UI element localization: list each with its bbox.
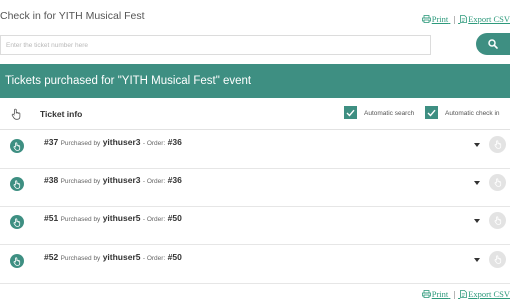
ticket-row: #37 Purchased by yithuser3 - Order: #36 bbox=[0, 130, 510, 169]
page-title: Check in for YITH Musical Fest bbox=[0, 10, 145, 22]
ticket-info: #51 Purchased by yithuser5 - Order: #50 bbox=[44, 213, 182, 223]
check-in-button[interactable] bbox=[489, 251, 506, 268]
banner-text: Tickets purchased for "YITH Musical Fest… bbox=[5, 75, 252, 87]
order-label: - Order: bbox=[142, 178, 166, 185]
check-in-button[interactable] bbox=[489, 212, 506, 229]
document-icon bbox=[460, 15, 468, 23]
ticket-status-icon bbox=[10, 139, 24, 153]
order-number: #50 bbox=[167, 252, 182, 262]
print-link-label: Print bbox=[431, 289, 449, 299]
ticket-number-input[interactable] bbox=[0, 35, 431, 55]
ticket-status-icon bbox=[10, 254, 24, 268]
order-label: - Order: bbox=[142, 216, 166, 223]
checkmark-icon bbox=[427, 109, 436, 117]
purchased-by-label: Purchased by bbox=[60, 178, 101, 185]
check-in-button[interactable] bbox=[489, 174, 506, 191]
ticket-info-header: Ticket info bbox=[40, 109, 83, 119]
order-label: - Order: bbox=[142, 255, 166, 262]
ticket-user: yithuser3 bbox=[102, 175, 141, 185]
order-label: - Order: bbox=[142, 140, 166, 147]
expand-caret-icon[interactable] bbox=[474, 143, 480, 147]
automatic-checkin-label: Automatic check in bbox=[445, 110, 500, 117]
ticket-info: #52 Purchased by yithuser5 - Order: #50 bbox=[44, 252, 182, 262]
check-in-hand-icon bbox=[494, 140, 501, 149]
export-csv-label: Export CSV bbox=[468, 14, 510, 24]
ticket-status-icon bbox=[10, 177, 24, 191]
table-header: Ticket info Automatic search Automatic c… bbox=[0, 99, 510, 130]
hand-icon bbox=[13, 141, 21, 151]
ticket-number: #37 bbox=[44, 137, 59, 147]
automatic-checkin-checkbox[interactable] bbox=[425, 106, 438, 119]
check-in-button[interactable] bbox=[489, 136, 506, 153]
ticket-status-icon bbox=[10, 215, 24, 229]
ticket-user: yithuser5 bbox=[102, 252, 141, 262]
search-button[interactable] bbox=[476, 33, 510, 55]
bottom-actions: Print | Export CSV bbox=[421, 289, 510, 299]
hand-icon bbox=[13, 256, 21, 266]
link-separator: | bbox=[453, 289, 456, 299]
check-in-hand-icon bbox=[494, 178, 501, 187]
order-number: #36 bbox=[167, 137, 182, 147]
ticket-number: #51 bbox=[44, 213, 59, 223]
ticket-row: #38 Purchased by yithuser3 - Order: #36 bbox=[0, 168, 510, 207]
printer-icon bbox=[421, 15, 431, 23]
print-link[interactable]: Print bbox=[421, 14, 451, 24]
export-csv-link[interactable]: Export CSV bbox=[458, 14, 510, 24]
export-csv-label: Export CSV bbox=[468, 289, 510, 299]
purchased-by-label: Purchased by bbox=[60, 140, 101, 147]
hand-pointer-icon bbox=[11, 108, 21, 120]
search-icon bbox=[488, 39, 498, 49]
hand-icon bbox=[13, 217, 21, 227]
print-link[interactable]: Print bbox=[421, 289, 451, 299]
document-icon bbox=[460, 290, 468, 298]
print-link-label: Print bbox=[431, 14, 449, 24]
automatic-search-label: Automatic search bbox=[364, 110, 415, 117]
ticket-number: #52 bbox=[44, 252, 59, 262]
link-separator: | bbox=[453, 14, 456, 24]
ticket-row: #52 Purchased by yithuser5 - Order: #50 bbox=[0, 245, 510, 284]
purchased-by-label: Purchased by bbox=[60, 255, 101, 262]
ticket-info: #38 Purchased by yithuser3 - Order: #36 bbox=[44, 175, 182, 185]
expand-caret-icon[interactable] bbox=[474, 181, 480, 185]
ticket-number: #38 bbox=[44, 175, 59, 185]
ticket-info: #37 Purchased by yithuser3 - Order: #36 bbox=[44, 137, 182, 147]
check-in-hand-icon bbox=[494, 255, 501, 264]
expand-caret-icon[interactable] bbox=[474, 258, 480, 262]
ticket-user: yithuser3 bbox=[102, 137, 141, 147]
export-csv-link[interactable]: Export CSV bbox=[458, 289, 510, 299]
checkmark-icon bbox=[346, 109, 355, 117]
expand-caret-icon[interactable] bbox=[474, 219, 480, 223]
ticket-row: #51 Purchased by yithuser5 - Order: #50 bbox=[0, 206, 510, 245]
tickets-banner: Tickets purchased for "YITH Musical Fest… bbox=[0, 64, 510, 98]
hand-icon bbox=[13, 179, 21, 189]
ticket-user: yithuser5 bbox=[102, 213, 141, 223]
printer-icon bbox=[421, 290, 431, 298]
automatic-search-checkbox[interactable] bbox=[344, 106, 357, 119]
order-number: #50 bbox=[167, 213, 182, 223]
order-number: #36 bbox=[167, 175, 182, 185]
top-actions: Print | Export CSV bbox=[421, 14, 510, 24]
purchased-by-label: Purchased by bbox=[60, 216, 101, 223]
check-in-hand-icon bbox=[494, 216, 501, 225]
